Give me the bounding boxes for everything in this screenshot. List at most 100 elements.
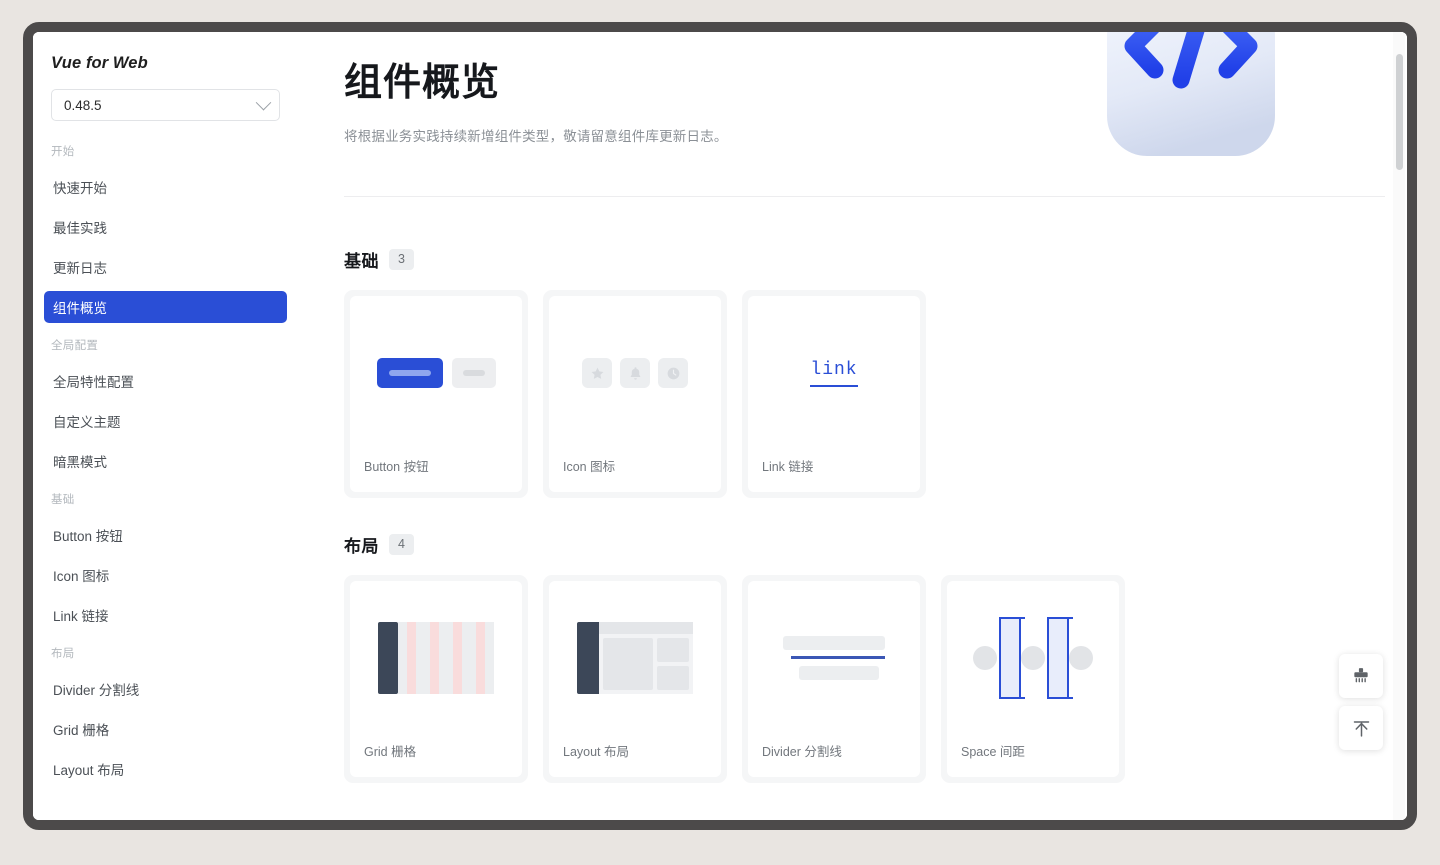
page-title: 组件概览 [344,62,501,104]
sidebar-item-label: Icon 图标 [53,569,110,584]
sidebar-item[interactable]: 最佳实践 [44,211,287,243]
section-count-badge: 3 [389,249,414,270]
component-card-label: Space 间距 [961,745,1025,759]
component-card-grid: Button 按钮 Icon 图标 link Link 链接 [344,290,1361,498]
sidebar-item-label: 快速开始 [53,181,107,196]
sidebar-item-label: Divider 分割线 [53,683,140,698]
sidebar-item[interactable]: 快速开始 [44,171,287,203]
page-header: 组件概览 将根据业务实践持续新增组件类型，敬请留意组件库更新日志。 [298,32,1407,196]
sidebar-item-label: Link 链接 [53,609,109,624]
divider-preview [748,581,920,741]
button-sample-row [376,358,496,388]
sidebar-item-label: 暗黑模式 [53,455,107,470]
sidebar-item[interactable]: 更新日志 [44,251,287,283]
grid-preview [350,581,522,741]
component-card-label: Icon 图标 [563,460,616,474]
main-content: 组件概览 将根据业务实践持续新增组件类型，敬请留意组件库更新日志。 基础 3 B… [298,32,1407,820]
layout-sample [577,622,693,694]
sidebar-item[interactable]: 全局特性配置 [44,365,287,397]
sidebar-item[interactable]: Button 按钮 [44,519,287,551]
sidebar-item-label: 自定义主题 [53,415,121,430]
sidebar-item-label: 更新日志 [53,261,107,276]
component-card-label: Link 链接 [762,460,814,474]
sidebar-item[interactable]: 自定义主题 [44,405,287,437]
version-value: 0.48.5 [64,97,102,113]
sidebar-group: 开始 快速开始 最佳实践 更新日志 组件概览 [33,143,298,323]
sidebar-item[interactable]: Icon 图标 [44,559,287,591]
brush-icon [1354,668,1368,683]
brand-title: Vue for Web [51,54,148,72]
code-brackets-3d-icon [1093,32,1289,184]
main-scrollbar[interactable] [1393,32,1405,820]
link-sample: link [810,360,858,387]
icon-preview [549,296,721,456]
component-card-inner: Icon 图标 [549,296,721,492]
clock-icon [658,358,688,388]
section-header: 基础 3 [344,247,1361,272]
desktop-background: Vue for Web 0.48.5 开始 快速开始 最佳实践 更新日志 组件概览 全局配… [0,0,1440,865]
component-card-label: Layout 布局 [563,745,630,759]
space-preview [947,581,1119,741]
sidebar-item-label: Button 按钮 [53,529,123,544]
grid-sample [378,622,494,694]
icon-sample-row [582,358,688,388]
section-name: 基础 [344,252,379,271]
component-card-inner: link Link 链接 [748,296,920,492]
component-card[interactable]: Grid 栅格 [344,575,528,783]
component-card[interactable]: Space 间距 [941,575,1125,783]
component-card-grid: Grid 栅格 Layout 布局 Divider 分割线 Space 间距 [344,575,1361,783]
component-card[interactable]: Layout 布局 [543,575,727,783]
back-to-top-icon [1353,720,1369,737]
sidebar-item-label: Layout 布局 [53,763,125,778]
sidebar-item[interactable]: 暗黑模式 [44,445,287,477]
section-header: 布局 4 [344,532,1361,557]
sidebar: Vue for Web 0.48.5 开始 快速开始 最佳实践 更新日志 组件概览 全局配… [33,32,298,820]
component-card-inner: Button 按钮 [350,296,522,492]
sidebar-item[interactable]: Divider 分割线 [44,673,287,705]
sidebar-group-title: 布局 [51,648,75,660]
component-card-inner: Grid 栅格 [350,581,522,777]
brush-icon-button[interactable] [1339,654,1383,698]
component-card[interactable]: Icon 图标 [543,290,727,498]
browser-window: Vue for Web 0.48.5 开始 快速开始 最佳实践 更新日志 组件概览 全局配… [23,22,1417,830]
main-scroll-area: 组件概览 将根据业务实践持续新增组件类型，敬请留意组件库更新日志。 基础 3 B… [298,32,1407,820]
sidebar-item-label: 组件概览 [53,301,107,316]
component-card-inner: Divider 分割线 [748,581,920,777]
sidebar-group-title: 全局配置 [51,340,99,352]
sidebar-item-label: 全局特性配置 [53,375,134,390]
component-card[interactable]: Divider 分割线 [742,575,926,783]
section-name: 布局 [344,537,379,556]
component-card-label: Button 按钮 [364,460,429,474]
sidebar-item-label: Grid 栅格 [53,723,110,738]
sidebar-item[interactable]: Layout 布局 [44,753,287,785]
ghost-button-sample [451,358,496,388]
sidebar-item[interactable]: Link 链接 [44,599,287,631]
sidebar-item[interactable]: Grid 栅格 [44,713,287,745]
sidebar-group-title: 基础 [51,494,75,506]
sidebar-item-label: 最佳实践 [53,221,107,236]
chevron-down-icon [255,94,272,110]
bell-icon [620,358,650,388]
floating-action-buttons [1339,654,1383,750]
sidebar-nav: 开始 快速开始 最佳实践 更新日志 组件概览 全局配置 全局特性配置 自定义主题 暗黑模式 基础 B… [33,143,298,785]
sidebar-group: 全局配置全局特性配置 自定义主题暗黑模式 [33,337,298,477]
star-icon [582,358,612,388]
main-scrollbar-thumb[interactable] [1396,54,1403,170]
component-card-inner: Space 间距 [947,581,1119,777]
component-card-inner: Layout 布局 [549,581,721,777]
component-card[interactable]: link Link 链接 [742,290,926,498]
component-card[interactable]: Button 按钮 [344,290,528,498]
component-section: 基础 3 Button 按钮 Icon 图标 link Link 链接 [344,247,1361,498]
divider-sample [783,636,885,680]
page-subtitle: 将根据业务实践持续新增组件类型，敬请留意组件库更新日志。 [344,128,728,144]
version-select[interactable]: 0.48.5 [51,89,280,121]
section-count-badge: 4 [389,534,414,555]
sidebar-group: 基础 Button 按钮 Icon 图标 Link 链接 [33,491,298,631]
back-to-top-button[interactable] [1339,706,1383,750]
page-viewport: Vue for Web 0.48.5 开始 快速开始 最佳实践 更新日志 组件概览 全局配… [33,32,1407,820]
sidebar-item[interactable]: 组件概览 [44,291,287,323]
link-preview: link [748,296,920,456]
primary-button-sample [376,358,443,388]
component-card-label: Grid 栅格 [364,745,417,759]
sections-container: 基础 3 Button 按钮 Icon 图标 link Link 链接布局 4 Grid 栅格… [298,197,1407,783]
